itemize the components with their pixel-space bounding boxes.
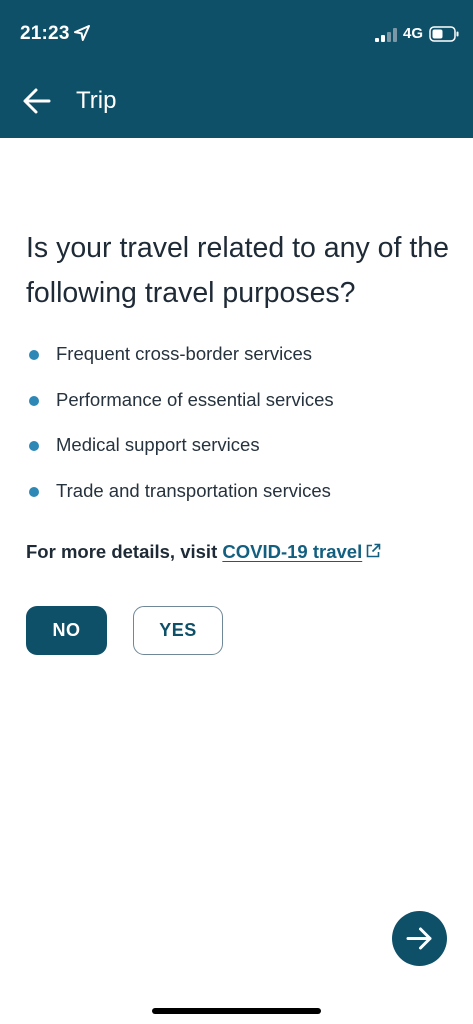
covid-travel-link-label[interactable]: COVID-19 travel xyxy=(222,541,362,562)
purpose-item: Trade and transportation services xyxy=(26,475,456,521)
purpose-item: Medical support services xyxy=(26,429,456,475)
battery-icon xyxy=(429,26,459,42)
purpose-item: Frequent cross-border services xyxy=(26,338,456,384)
details-prefix: For more details, visit xyxy=(26,541,223,562)
purpose-item: Performance of essential services xyxy=(26,384,456,430)
yes-button-label[interactable]: YES xyxy=(159,620,197,641)
purpose-label: Trade and transportation services xyxy=(56,479,331,501)
bullet-dot xyxy=(29,350,39,360)
network-label: 4G xyxy=(403,25,424,42)
location-arrow-icon xyxy=(74,25,90,41)
cellular-signal-icon xyxy=(375,28,397,42)
next-button[interactable] xyxy=(392,911,447,966)
purpose-label: Performance of essential services xyxy=(56,388,334,410)
purpose-label: Medical support services xyxy=(56,434,260,455)
details-text: For more details, visit COVID-19 travel xyxy=(26,541,381,563)
bullet-dot xyxy=(29,395,39,406)
header-title: Trip xyxy=(76,87,117,114)
header-bar: 21:23 4G Trip xyxy=(0,0,473,138)
no-button-label[interactable]: NO xyxy=(53,620,81,641)
bullet-dot xyxy=(29,441,39,451)
arrow-right-icon[interactable] xyxy=(405,924,434,953)
back-arrow-icon[interactable] xyxy=(22,86,52,116)
question-heading: Is your travel related to any of the fol… xyxy=(26,232,449,309)
external-link-icon[interactable] xyxy=(365,543,381,559)
bullet-dot xyxy=(29,486,39,497)
purpose-list: Frequent cross-border services Performan… xyxy=(26,338,456,520)
covid-travel-link[interactable]: COVID-19 travel xyxy=(222,541,381,562)
yes-button[interactable]: YES xyxy=(133,606,223,655)
status-time: 21:23 xyxy=(20,23,70,44)
trip-purpose-screen: 21:23 4G Trip Is your travel related to … xyxy=(0,0,473,1024)
no-button[interactable]: NO xyxy=(26,606,107,655)
purpose-label: Frequent cross-border services xyxy=(56,343,313,364)
home-indicator[interactable] xyxy=(152,1008,321,1014)
